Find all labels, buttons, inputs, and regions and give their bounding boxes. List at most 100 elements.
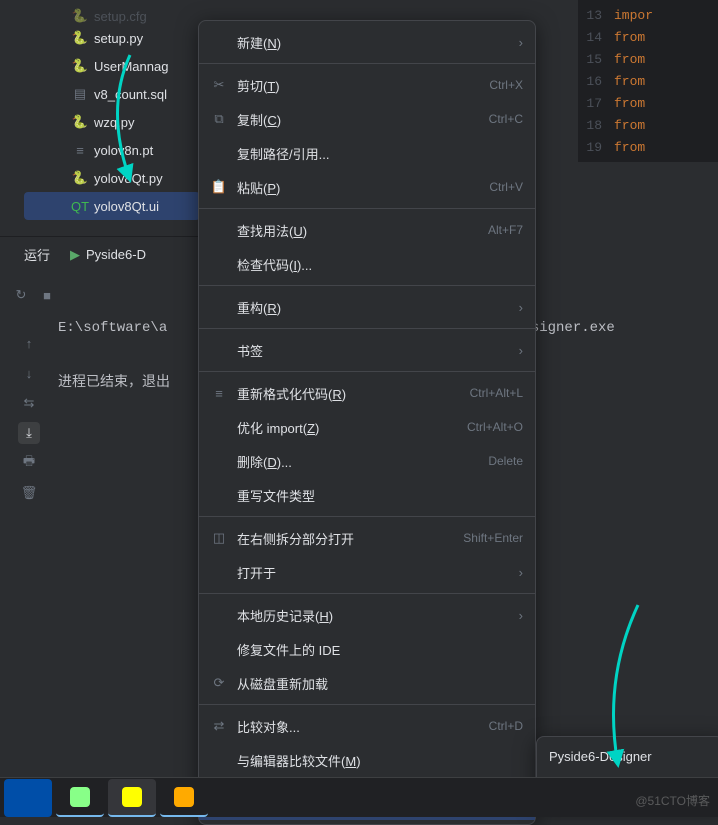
shortcut: Shift+Enter: [463, 531, 523, 545]
code-line: 14from: [586, 26, 710, 48]
file-label: wzq.py: [94, 115, 134, 130]
blank-icon: [211, 564, 227, 580]
tree-item[interactable]: 🐍 UserMannag: [0, 52, 200, 80]
file-label: yolov8Qt.py: [94, 171, 163, 186]
chevron-right-icon: ›: [519, 608, 523, 623]
menu-open-split-right[interactable]: ◫在右侧拆分部分打开Shift+Enter: [199, 521, 535, 555]
print-button[interactable]: 🖶: [18, 452, 40, 474]
blank-icon: [211, 34, 227, 50]
menu-compare-with[interactable]: ⇄比较对象...Ctrl+D: [199, 709, 535, 743]
trash-button[interactable]: 🗑: [18, 482, 40, 504]
menu-compare-editor[interactable]: 与编辑器比较文件(M): [199, 743, 535, 777]
python-icon: 🐍: [72, 58, 88, 74]
code-line: 13impor: [586, 4, 710, 26]
menu-find-usages[interactable]: 查找用法(U)Alt+F7: [199, 213, 535, 247]
tree-item[interactable]: ≡ yolov8n.pt: [0, 136, 200, 164]
tree-item-selected[interactable]: QT yolov8Qt.ui: [24, 192, 200, 220]
menu-separator: [199, 63, 535, 64]
menu-open-in[interactable]: 打开于›: [199, 555, 535, 589]
blank-icon: [211, 256, 227, 272]
chevron-right-icon: ›: [519, 343, 523, 358]
file-label: setup.py: [94, 31, 143, 46]
blank-icon: [211, 607, 227, 623]
reload-icon: ⟳: [211, 675, 227, 691]
shortcut: Ctrl+C: [489, 112, 523, 126]
blank-icon: [211, 342, 227, 358]
menu-optimize-imports[interactable]: 优化 import(Z)Ctrl+Alt+O: [199, 410, 535, 444]
run-toolbar: ↻ ■ ↑ ↓ ⇆ ⤓ 🖶 🗑: [0, 276, 60, 504]
menu-paste[interactable]: 📋粘贴(P)Ctrl+V: [199, 170, 535, 204]
menu-delete[interactable]: 删除(D)...Delete: [199, 444, 535, 478]
tree-item[interactable]: 🐍 wzq.py: [0, 108, 200, 136]
clipboard-icon: 📋: [211, 179, 227, 195]
code-line: 15from: [586, 48, 710, 70]
blank-icon: [211, 453, 227, 469]
editor[interactable]: 13impor 14from 15from 16from 17from 18fr…: [578, 0, 718, 162]
up-arrow-button[interactable]: ↑: [18, 332, 40, 354]
python-icon: 🐍: [72, 170, 88, 186]
tree-item[interactable]: 🐍 setup.py: [0, 24, 200, 52]
run-config-tab[interactable]: ▶ Pyside6-D: [70, 247, 146, 263]
context-menu: 新建(N)› ✂剪切(T)Ctrl+X ⧉复制(C)Ctrl+C 复制路径/引用…: [198, 20, 536, 825]
menu-reload-from-disk[interactable]: ⟳从磁盘重新加载: [199, 666, 535, 700]
chevron-right-icon: ›: [519, 565, 523, 580]
tree-item[interactable]: ▤ v8_count.sql: [0, 80, 200, 108]
blank-icon: [211, 641, 227, 657]
menu-copy[interactable]: ⧉复制(C)Ctrl+C: [199, 102, 535, 136]
blank-icon: [211, 419, 227, 435]
tree-item[interactable]: 🐍 yolov8Qt.py: [0, 164, 200, 192]
menu-local-history[interactable]: 本地历史记录(H)›: [199, 598, 535, 632]
down-arrow-button[interactable]: ↓: [18, 362, 40, 384]
file-label: setup.cfg: [94, 9, 147, 24]
shortcut: Ctrl+Alt+O: [467, 420, 523, 434]
menu-reformat[interactable]: ≡重新格式化代码(R)Ctrl+Alt+L: [199, 376, 535, 410]
submenu-pyside6-designer[interactable]: Pyside6-Designer: [537, 741, 718, 771]
table-icon: ▤: [72, 86, 88, 102]
run-label[interactable]: 运行: [24, 245, 50, 264]
taskbar-app[interactable]: [56, 779, 104, 817]
shortcut: Ctrl+D: [489, 719, 523, 733]
code-line: 19from: [586, 136, 710, 158]
python-icon: 🐍: [72, 114, 88, 130]
shortcut: Ctrl+V: [489, 180, 523, 194]
scroll-to-end-button[interactable]: ⤓: [18, 422, 40, 444]
shortcut: Delete: [488, 454, 523, 468]
file-label: v8_count.sql: [94, 87, 167, 102]
taskbar-app-pycharm[interactable]: [108, 779, 156, 817]
file-label: yolov8Qt.ui: [94, 199, 159, 214]
chevron-right-icon: ›: [519, 35, 523, 50]
windows-taskbar: [0, 777, 718, 817]
project-tree: 🐍 setup.cfg 🐍 setup.py 🐍 UserMannag ▤ v8…: [0, 0, 200, 220]
stop-button[interactable]: ■: [38, 284, 56, 306]
menu-separator: [199, 371, 535, 372]
python-icon: 🐍: [72, 30, 88, 46]
blank-icon: [211, 222, 227, 238]
qt-ui-icon: QT: [72, 198, 88, 214]
shortcut: Alt+F7: [488, 223, 523, 237]
menu-separator: [199, 593, 535, 594]
tree-item[interactable]: 🐍 setup.cfg: [0, 8, 200, 24]
blank-icon: [211, 299, 227, 315]
menu-copy-path[interactable]: 复制路径/引用...: [199, 136, 535, 170]
taskbar-app[interactable]: [4, 779, 52, 817]
soft-wrap-button[interactable]: ⇆: [18, 392, 40, 414]
menu-cut[interactable]: ✂剪切(T)Ctrl+X: [199, 68, 535, 102]
blank-icon: [211, 487, 227, 503]
file-icon: ≡: [72, 142, 88, 158]
menu-bookmarks[interactable]: 书签›: [199, 333, 535, 367]
menu-repair-ide[interactable]: 修复文件上的 IDE: [199, 632, 535, 666]
menu-refactor[interactable]: 重构(R)›: [199, 290, 535, 324]
play-icon: ▶: [70, 247, 80, 263]
menu-separator: [199, 704, 535, 705]
run-toolwindow-header: 运行 ▶ Pyside6-D: [0, 236, 200, 272]
taskbar-app[interactable]: [160, 779, 208, 817]
menu-separator: [199, 208, 535, 209]
menu-override-file-type[interactable]: 重写文件类型: [199, 478, 535, 512]
watermark: @51CTO博客: [635, 792, 710, 809]
run-config-name: Pyside6-D: [86, 247, 146, 262]
menu-inspect-code[interactable]: 检查代码(I)...: [199, 247, 535, 281]
blank-icon: [211, 145, 227, 161]
rerun-button[interactable]: ↻: [12, 284, 30, 306]
file-label: UserMannag: [94, 59, 168, 74]
menu-new[interactable]: 新建(N)›: [199, 25, 535, 59]
